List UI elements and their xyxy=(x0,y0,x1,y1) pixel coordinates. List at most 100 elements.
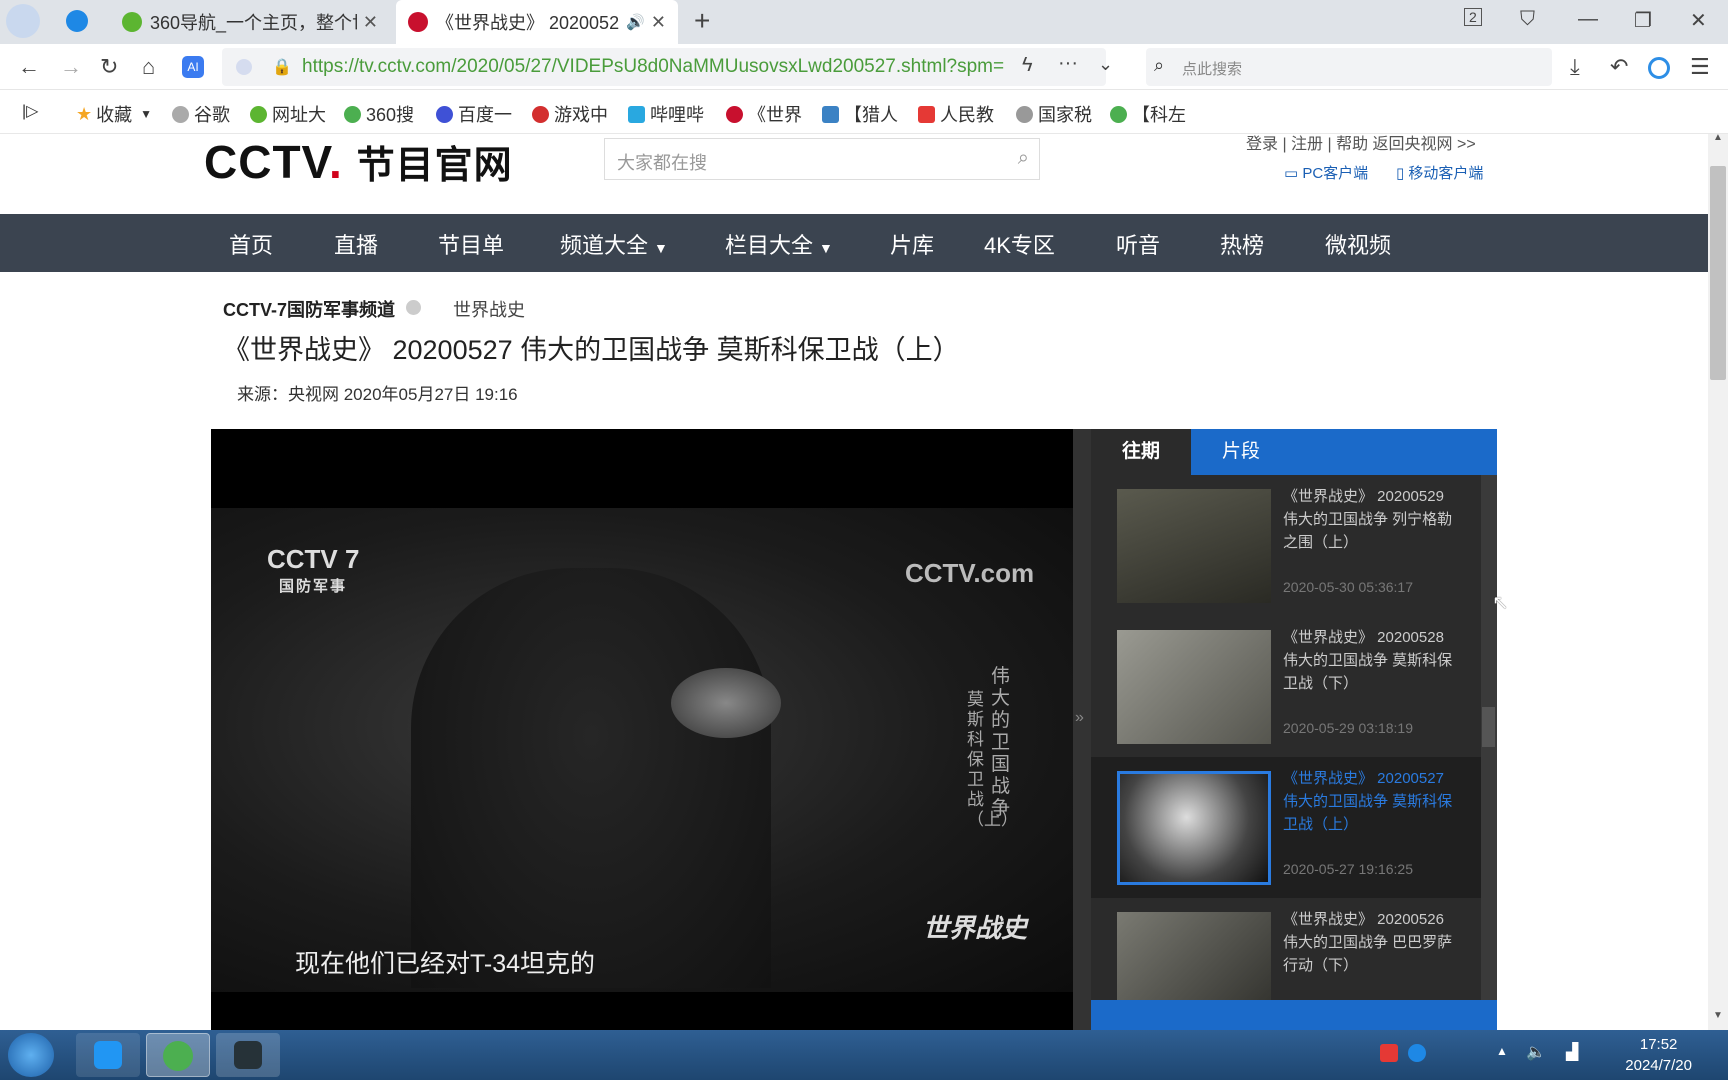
reload-icon[interactable]: ↻ xyxy=(100,54,118,80)
volume-icon[interactable]: 🔈 xyxy=(1526,1042,1546,1062)
channel-link[interactable]: CCTV-7国防军事频道 xyxy=(223,296,395,322)
nav-live[interactable]: 直播 xyxy=(334,228,378,260)
taskbar-video-app[interactable] xyxy=(76,1033,140,1077)
episode-item[interactable]: 《世界战史》 20200529 伟大的卫国战争 列宁格勒之围（上） 2020-0… xyxy=(1091,475,1481,616)
site-info-icon[interactable] xyxy=(236,59,252,75)
system-clock[interactable]: 17:52 2024/7/20 xyxy=(1625,1034,1692,1076)
episode-title[interactable]: 《世界战史》 20200527 伟大的卫国战争 莫斯科保卫战（上） xyxy=(1283,767,1463,836)
bookmark-item[interactable]: 谷歌 xyxy=(172,101,230,127)
pc-client-link[interactable]: ▭ PC客户端 xyxy=(1284,162,1368,183)
url-text[interactable]: https://tv.cctv.com/2020/05/27/VIDEPsU8d… xyxy=(302,56,1017,78)
nav-home[interactable]: 首页 xyxy=(229,228,273,260)
scroll-up-icon[interactable]: ▲ xyxy=(1713,132,1723,143)
nav-library[interactable]: 片库 xyxy=(890,228,934,260)
address-bar[interactable]: 🔒 https://tv.cctv.com/2020/05/27/VIDEPsU… xyxy=(222,48,1113,86)
browser-search-box[interactable]: ⌕ 点此搜索 xyxy=(1146,48,1552,86)
taskbar-tool-app[interactable] xyxy=(216,1033,280,1077)
nav-schedule[interactable]: 节目单 xyxy=(438,228,504,260)
episode-time: 2020-05-29 03:18:19 xyxy=(1283,720,1413,736)
episode-thumbnail[interactable] xyxy=(1117,489,1271,603)
episode-thumbnail[interactable] xyxy=(1117,630,1271,744)
panel-scrollbar[interactable] xyxy=(1481,475,1497,1030)
bookmark-item[interactable]: 人民教 xyxy=(918,101,994,127)
nav-hot[interactable]: 热榜 xyxy=(1220,228,1264,260)
page-scrollbar-thumb[interactable] xyxy=(1710,166,1726,380)
shirt-skin-icon[interactable]: ⛉ xyxy=(1520,8,1535,31)
account-links[interactable]: 登录 | 注册 | 帮助 返回央视网 >> xyxy=(1246,134,1476,154)
nav-audio[interactable]: 听音 xyxy=(1116,228,1160,260)
episode-item[interactable]: 《世界战史》 20200528 伟大的卫国战争 莫斯科保卫战（下） 2020-0… xyxy=(1091,616,1481,757)
episode-time: 2020-05-30 05:36:17 xyxy=(1283,579,1413,595)
episode-thumbnail[interactable] xyxy=(1117,771,1271,885)
bookmark-item[interactable]: 哔哩哔 xyxy=(628,101,704,127)
bookmark-item[interactable]: 游戏中 xyxy=(532,101,608,127)
episode-item-current[interactable]: 《世界战史》 20200527 伟大的卫国战争 莫斯科保卫战（上） 2020-0… xyxy=(1091,757,1481,898)
episode-thumbnail[interactable] xyxy=(1117,912,1271,1000)
panel-collapse-handle[interactable]: » xyxy=(1073,429,1091,1030)
user-avatar-icon[interactable] xyxy=(6,4,40,38)
sidebar-toggle-icon[interactable]: |▷ xyxy=(22,101,38,121)
tab-clips[interactable]: 片段 xyxy=(1191,429,1291,475)
bookmark-favorites[interactable]: ★ 收藏 ▼ xyxy=(76,101,152,127)
home-icon[interactable]: ⌂ xyxy=(142,54,155,80)
lightning-icon[interactable]: ϟ xyxy=(1022,54,1033,77)
start-button[interactable] xyxy=(8,1033,54,1077)
nav-micro-video[interactable]: 微视频 xyxy=(1325,228,1391,260)
bookmark-item[interactable]: 【科左 xyxy=(1110,101,1186,127)
episode-title[interactable]: 《世界战史》 20200526 伟大的卫国战争 巴巴罗萨行动（下） xyxy=(1283,908,1463,977)
close-icon[interactable]: ✕ xyxy=(651,12,666,33)
search-icon[interactable]: ⌕ xyxy=(1018,147,1029,170)
column-link[interactable]: 世界战史 xyxy=(453,296,525,322)
close-icon[interactable]: ✕ xyxy=(363,12,378,33)
monitor-icon: ▭ xyxy=(1284,165,1303,182)
bookmark-item[interactable]: 360搜 xyxy=(344,101,414,127)
sync-icon[interactable] xyxy=(1648,57,1670,79)
new-tab-plus-icon[interactable]: + xyxy=(694,5,710,37)
site-search-input[interactable]: 大家都在搜 ⌕ xyxy=(604,138,1040,180)
tab-past-episodes[interactable]: 往期 xyxy=(1091,429,1191,475)
cctv-logo[interactable]: CCTV. 节目官网 xyxy=(204,134,513,189)
bookmark-item[interactable]: 百度一 xyxy=(436,101,512,127)
video-player[interactable]: CCTV 7 国防军事 CCTV.com 伟大的卫国战争 莫斯科保卫战（上） 世界… xyxy=(211,429,1073,1030)
nav-channels[interactable]: 频道大全 ▼ xyxy=(560,228,668,260)
nav-columns[interactable]: 栏目大全 ▼ xyxy=(725,228,833,260)
window-close-icon[interactable]: ✕ xyxy=(1690,8,1707,33)
forward-icon[interactable]: → xyxy=(60,54,82,80)
back-icon[interactable]: ← xyxy=(18,54,40,80)
episode-title[interactable]: 《世界战史》 20200528 伟大的卫国战争 莫斯科保卫战（下） xyxy=(1283,626,1463,695)
bookmark-item[interactable]: 国家税 xyxy=(1016,101,1092,127)
episode-title[interactable]: 《世界战史》 20200529 伟大的卫国战争 列宁格勒之围（上） xyxy=(1283,485,1463,554)
chevron-down-icon[interactable]: ⌄ xyxy=(1098,54,1113,75)
play-app-icon xyxy=(94,1041,122,1069)
episode-item[interactable]: 《世界战史》 20200526 伟大的卫国战争 巴巴罗萨行动（下） xyxy=(1091,898,1481,1000)
sogou-ime-icon[interactable] xyxy=(1380,1044,1398,1062)
mobile-client-link[interactable]: ▯ 移动客户端 xyxy=(1396,162,1483,183)
vertical-episode-title: 伟大的卫国战争 xyxy=(991,666,1011,819)
send-icon[interactable] xyxy=(66,10,88,32)
help-tray-icon[interactable] xyxy=(1408,1044,1426,1062)
undo-icon[interactable]: ↶ xyxy=(1610,54,1628,80)
panel-scrollbar-thumb[interactable] xyxy=(1482,707,1495,747)
tab-count-badge[interactable]: 2 xyxy=(1464,8,1482,26)
bookmark-item[interactable]: 《世界 xyxy=(726,101,802,127)
more-icon[interactable]: ··· xyxy=(1058,52,1078,75)
taskbar-browser[interactable] xyxy=(146,1033,210,1077)
tab-360-nav[interactable]: 360导航_一个主页，整个世 ✕ xyxy=(110,0,390,44)
show-hidden-icons[interactable]: ▲ xyxy=(1496,1044,1508,1058)
tab-cctv[interactable]: 《世界战史》 20200527 🔊 ✕ xyxy=(396,0,678,44)
speaker-icon[interactable]: 🔊 xyxy=(626,13,645,31)
nav-4k[interactable]: 4K专区 xyxy=(984,228,1055,260)
ai-icon[interactable]: AI xyxy=(182,56,204,78)
network-icon[interactable]: ▟ xyxy=(1566,1042,1578,1062)
video-frame[interactable]: CCTV 7 国防军事 CCTV.com 伟大的卫国战争 莫斯科保卫战（上） 世界… xyxy=(211,508,1073,992)
minimize-icon[interactable]: — xyxy=(1578,8,1598,31)
restore-icon[interactable]: ❐ xyxy=(1634,8,1652,33)
bookmark-item[interactable]: 【猎人 xyxy=(822,101,898,127)
menu-icon[interactable]: ☰ xyxy=(1690,54,1710,80)
lock-icon: 🔒 xyxy=(272,59,292,76)
cctv-com-watermark: CCTV.com xyxy=(905,558,1035,588)
scroll-down-icon[interactable]: ▼ xyxy=(1713,1010,1723,1021)
download-icon[interactable]: ⤓ xyxy=(1570,54,1580,80)
bookmark-item[interactable]: 网址大 xyxy=(250,101,326,127)
figure-silhouette xyxy=(411,568,771,988)
